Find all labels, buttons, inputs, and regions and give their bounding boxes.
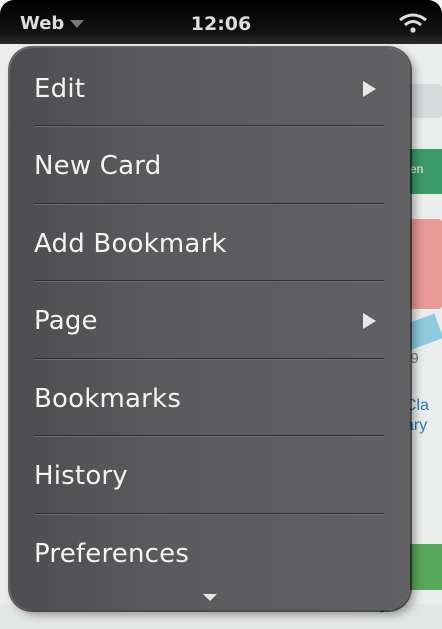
menu-item-edit[interactable]: Edit bbox=[10, 50, 410, 127]
menu-item-label: Edit bbox=[34, 73, 86, 104]
submenu-arrow-icon bbox=[363, 80, 376, 97]
scroll-down-icon[interactable] bbox=[203, 594, 217, 601]
menu-item-label: Bookmarks bbox=[34, 383, 182, 414]
clock: 12:06 bbox=[190, 13, 252, 35]
menu-item-history[interactable]: History bbox=[10, 437, 410, 514]
status-bar: Web 12:06 bbox=[0, 0, 442, 44]
menu-item-label: Page bbox=[34, 305, 98, 336]
menu-item-add-bookmark[interactable]: Add Bookmark bbox=[10, 205, 410, 282]
app-menu-panel: Edit New Card Add Bookmark Page Bookmark… bbox=[10, 48, 410, 610]
menu-item-bookmarks[interactable]: Bookmarks bbox=[10, 360, 410, 437]
menu-item-preferences[interactable]: Preferences bbox=[10, 515, 410, 592]
wifi-icon[interactable] bbox=[398, 12, 428, 34]
menu-item-page[interactable]: Page bbox=[10, 282, 410, 359]
menu-item-label: Add Bookmark bbox=[34, 228, 227, 259]
menu-item-label: Preferences bbox=[34, 538, 190, 569]
menu-item-label: History bbox=[34, 460, 128, 491]
menu-item-new-card[interactable]: New Card bbox=[10, 127, 410, 204]
submenu-arrow-icon bbox=[363, 312, 376, 329]
menu-item-label: New Card bbox=[34, 150, 162, 181]
